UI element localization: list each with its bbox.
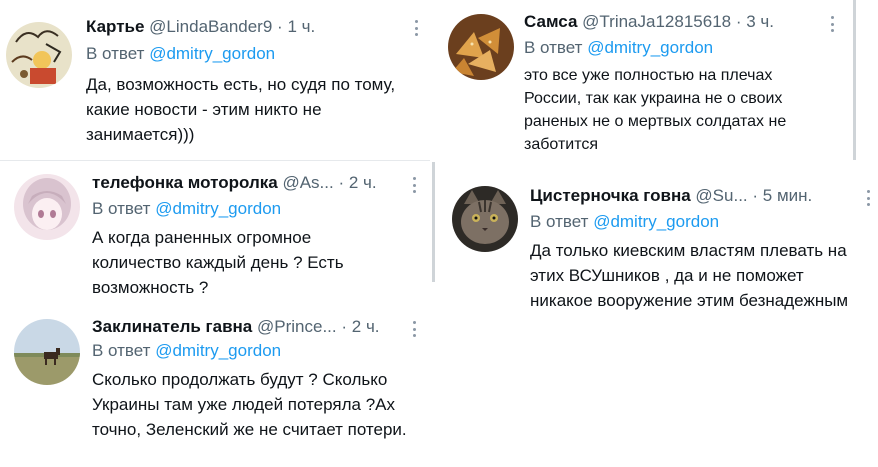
tweet-card[interactable]: Картье @LindaBander9 · 1 ч. В ответ @dmi…	[0, 0, 430, 160]
author-handle[interactable]: @As...	[282, 173, 333, 192]
tweet-card[interactable]: телефонка моторолка @As... · 2 ч. В отве…	[0, 161, 430, 302]
separator: ·	[752, 186, 759, 205]
avatar[interactable]	[14, 174, 80, 240]
avatar[interactable]	[14, 319, 80, 385]
artwork-avatar-icon	[6, 22, 72, 88]
tweet-card[interactable]: Заклинатель гавна @Prince... · 2 ч. В от…	[0, 303, 430, 467]
avatar[interactable]	[6, 22, 72, 88]
author-name[interactable]: телефонка моторолка	[92, 173, 278, 192]
author-name[interactable]: Заклинатель гавна	[92, 317, 252, 336]
tweet-text: это все уже полностью на плечах России, …	[524, 67, 787, 153]
more-options-icon[interactable]	[830, 16, 834, 32]
reply-context: В ответ @dmitry_gordon	[86, 44, 275, 64]
mention-link[interactable]: @dmitry_gordon	[587, 38, 713, 57]
pastry-avatar-icon	[448, 14, 514, 80]
mention-link[interactable]: @dmitry_gordon	[155, 199, 281, 218]
more-options-icon[interactable]	[412, 321, 416, 337]
author-handle[interactable]: @LindaBander9	[149, 17, 272, 36]
timestamp[interactable]: 3 ч.	[746, 12, 774, 31]
tweet-text: Сколько продолжать будут ? Сколько Украи…	[92, 370, 407, 439]
tweet-text: Да только киевским властям плевать на эт…	[530, 241, 849, 310]
avatar[interactable]	[448, 14, 514, 80]
timestamp[interactable]: 2 ч.	[352, 317, 380, 336]
author-name[interactable]: Самса	[524, 12, 577, 31]
mention-link[interactable]: @dmitry_gordon	[149, 44, 275, 63]
more-options-icon[interactable]	[412, 177, 416, 193]
reply-prefix: В ответ	[86, 44, 145, 63]
separator: ·	[341, 317, 348, 336]
author-handle[interactable]: @Su...	[695, 186, 747, 205]
anime-girl-avatar-icon	[14, 174, 80, 240]
mention-link[interactable]: @dmitry_gordon	[593, 212, 719, 231]
horse-field-avatar-icon	[14, 319, 80, 385]
reply-context: В ответ @dmitry_gordon	[524, 38, 713, 58]
tweet-card[interactable]: Самса @TrinaJa12815618 · 3 ч. В ответ @d…	[440, 0, 850, 162]
cat-avatar-icon	[452, 186, 518, 252]
reply-context: В ответ @dmitry_gordon	[530, 212, 719, 232]
timestamp[interactable]: 1 ч.	[287, 17, 315, 36]
divider	[853, 0, 856, 160]
reply-prefix: В ответ	[530, 212, 589, 231]
timestamp[interactable]: 2 ч.	[349, 173, 377, 192]
tweet-text: А когда раненных огромное количество каж…	[92, 228, 344, 297]
reply-context: В ответ @dmitry_gordon	[92, 199, 281, 219]
divider	[432, 162, 435, 282]
avatar[interactable]	[452, 186, 518, 252]
reply-prefix: В ответ	[92, 341, 151, 360]
reply-prefix: В ответ	[92, 199, 151, 218]
separator: ·	[338, 173, 345, 192]
author-name[interactable]: Цистерночка говна	[530, 186, 691, 205]
tweet-text: Да, возможность есть, но судя по тому, к…	[86, 75, 396, 144]
more-options-icon[interactable]	[866, 190, 870, 206]
tweet-card[interactable]: Цистерночка говна @Su... · 5 мин. В отве…	[440, 170, 878, 360]
reply-prefix: В ответ	[524, 38, 583, 57]
author-handle[interactable]: @Prince...	[257, 317, 337, 336]
reply-context: В ответ @dmitry_gordon	[92, 341, 281, 361]
author-handle[interactable]: @TrinaJa12815618	[582, 12, 731, 31]
more-options-icon[interactable]	[414, 20, 418, 36]
author-name[interactable]: Картье	[86, 17, 144, 36]
separator: ·	[277, 17, 283, 36]
mention-link[interactable]: @dmitry_gordon	[155, 341, 281, 360]
separator: ·	[735, 12, 742, 31]
timestamp[interactable]: 5 мин.	[763, 186, 812, 205]
